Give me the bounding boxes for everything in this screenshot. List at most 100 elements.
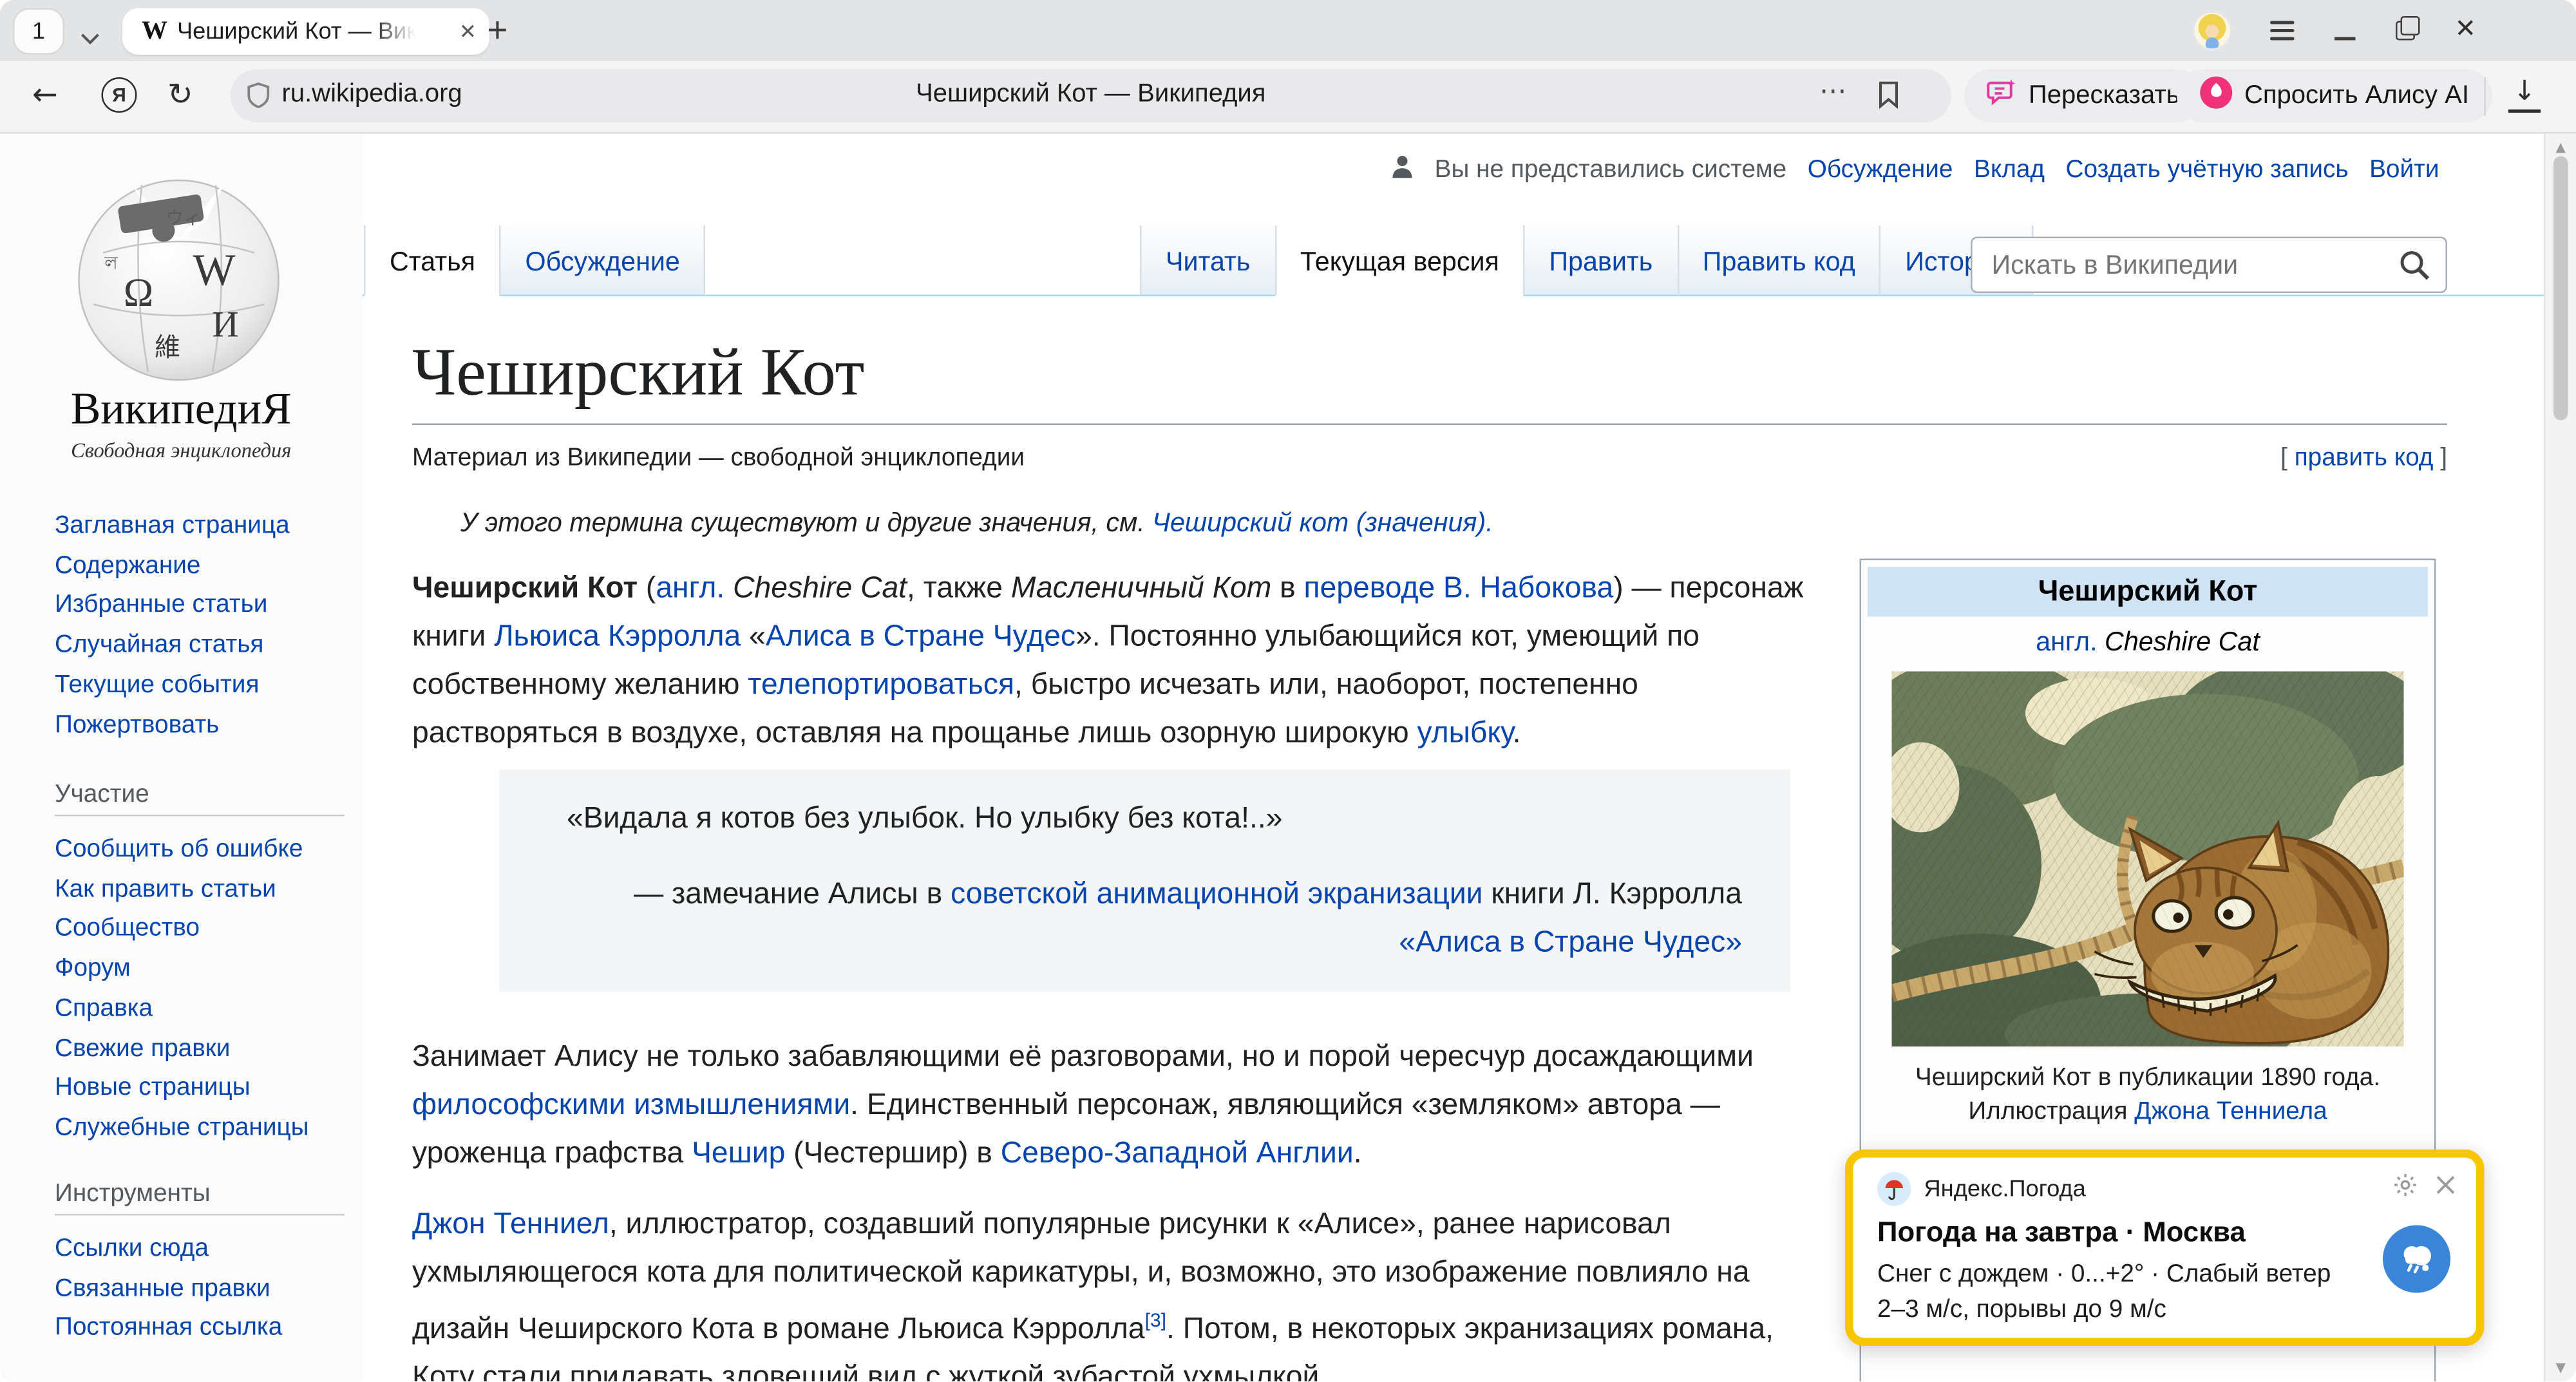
wiki-link[interactable]: Чешир: [692, 1135, 785, 1169]
infobox-title: Чеширский Кот: [1868, 567, 2428, 617]
personal-bar: Вы не представились системе Обсуждение В…: [1391, 155, 2439, 187]
wiki-link[interactable]: Джон Тенниел: [412, 1206, 609, 1240]
tab-edit-source[interactable]: Править код: [1677, 225, 1879, 296]
minimize-button[interactable]: [2334, 37, 2355, 41]
tab-counter-button[interactable]: 1: [15, 10, 63, 53]
sidebar-item-related-changes[interactable]: Связанные правки: [55, 1270, 345, 1310]
sidebar-item-featured[interactable]: Избранные статьи: [55, 587, 345, 627]
sidebar-item-main-page[interactable]: Заглавная страница: [55, 507, 345, 547]
sidebar-item-recent-changes[interactable]: Свежие правки: [55, 1030, 345, 1070]
profile-avatar[interactable]: [2193, 13, 2229, 48]
sidebar-item-special-pages[interactable]: Служебные страницы: [55, 1109, 345, 1149]
wiki-link[interactable]: телепортироваться: [748, 667, 1014, 701]
bookmark-icon[interactable]: [1877, 80, 1900, 118]
wiki-link[interactable]: Чеширский кот (значения).: [1152, 509, 1493, 538]
sidebar-header-tools: Инструменты: [55, 1180, 345, 1216]
wiki-link[interactable]: Джона Тенниела: [2134, 1098, 2327, 1126]
sidebar-group-participation: Участие Сообщить об ошибке Как править с…: [55, 781, 345, 1150]
scrollbar[interactable]: ▲ ▼: [2544, 134, 2576, 1382]
ask-alice-button[interactable]: Спросить Алису AI: [2177, 70, 2492, 123]
shield-icon[interactable]: [247, 82, 271, 118]
wiki-link[interactable]: англ.: [656, 570, 724, 604]
new-tab-button[interactable]: +: [473, 6, 522, 55]
text-run: «: [741, 618, 766, 652]
wiki-link[interactable]: Северо-Западной Англии: [1001, 1135, 1354, 1169]
text-run: книги Л. Кэрролла: [1483, 876, 1742, 910]
paragraph-lead: Чеширский Кот (англ. Cheshire Cat, также…: [412, 563, 1826, 757]
tab-article[interactable]: Статья: [364, 225, 500, 296]
wikipedia-favicon: W: [142, 17, 167, 46]
address-bar[interactable]: ru.wikipedia.org Чеширский Кот — Википед…: [231, 70, 1952, 123]
refresh-icon[interactable]: ↻: [167, 77, 193, 113]
weather-close-icon[interactable]: [2434, 1174, 2457, 1205]
tab-read[interactable]: Читать: [1140, 225, 1274, 296]
search-icon[interactable]: [2398, 248, 2433, 292]
browser-tab[interactable]: W Чеширский Кот — Вик ✕: [122, 8, 489, 55]
edit-section: [ править код ]: [2280, 444, 2447, 473]
cheshire-cat-illustration[interactable]: [1892, 672, 2404, 1047]
scroll-down-icon[interactable]: ▼: [2546, 1361, 2576, 1376]
sidebar-item-contents[interactable]: Содержание: [55, 547, 345, 587]
infobox-original-name: англ. Cheshire Cat: [1868, 617, 2428, 668]
search-input[interactable]: [1989, 245, 2382, 287]
sidebar-group-main: Заглавная страница Содержание Избранные …: [55, 507, 345, 746]
wiki-link[interactable]: переводе В. Набокова: [1304, 570, 1614, 604]
sidebar-item-current-events[interactable]: Текущие события: [55, 667, 345, 706]
menu-icon[interactable]: [2269, 21, 2294, 41]
wiki-link[interactable]: «Алиса в Стране Чудес»: [1399, 924, 1742, 958]
paragraph-2: Занимает Алису не только забавляющими её…: [412, 1032, 1826, 1177]
personal-contributions-link[interactable]: Вклад: [1974, 156, 2045, 185]
sidebar-item-new-pages[interactable]: Новые страницы: [55, 1070, 345, 1110]
weather-widget[interactable]: Яндекс.Погода Погода на завтра · Москва …: [1845, 1150, 2485, 1346]
weather-title[interactable]: Погода на завтра · Москва: [1877, 1216, 2246, 1250]
tab-title: Чеширский Кот — Вик: [177, 19, 415, 44]
wiki-sidebar: W Ω И 維 ウィ ল ВикипедиЯ Свободная энцикло…: [0, 134, 363, 1382]
hatnote: У этого термина существуют и другие знач…: [460, 509, 2447, 540]
edit-source-link[interactable]: править код: [2295, 444, 2434, 472]
scroll-up-icon[interactable]: ▲: [2546, 140, 2576, 155]
wikipedia-wordmark[interactable]: ВикипедиЯ: [0, 385, 363, 437]
wiki-link[interactable]: Льюиса Кэрролла: [494, 618, 741, 652]
login-status: Вы не представились системе: [1435, 156, 1787, 185]
retell-button[interactable]: Пересказать: [1964, 70, 2202, 123]
retell-icon: [1987, 77, 2018, 115]
wiki-link[interactable]: улыбку: [1417, 715, 1513, 749]
sidebar-item-help[interactable]: Справка: [55, 990, 345, 1030]
wiki-link[interactable]: философскими измышлениями: [412, 1087, 850, 1121]
sidebar-item-how-to-edit[interactable]: Как править статьи: [55, 871, 345, 911]
footnote-ref[interactable]: [3]: [1145, 1309, 1166, 1332]
sidebar-item-permanent-link[interactable]: Постоянная ссылка: [55, 1310, 345, 1350]
tab-current-version[interactable]: Текущая версия: [1274, 225, 1523, 296]
yandex-services-icon[interactable]: Я: [102, 77, 137, 113]
infobox-caption: Чеширский Кот в публикации 1890 года. Ил…: [1868, 1061, 2428, 1129]
scrollbar-thumb[interactable]: [2553, 156, 2568, 421]
personal-login-link[interactable]: Войти: [2369, 156, 2439, 185]
chevron-down-icon[interactable]: [80, 24, 100, 53]
weather-settings-icon[interactable]: [2392, 1172, 2418, 1206]
wiki-link[interactable]: Алиса в Стране Чудес: [766, 618, 1075, 652]
wiki-link[interactable]: советской анимационной экранизации: [951, 876, 1482, 910]
text-run: Cheshire Cat: [733, 570, 907, 604]
tab-discussion[interactable]: Обсуждение: [500, 225, 706, 296]
wiki-link[interactable]: англ.: [2036, 628, 2097, 657]
sidebar-item-community[interactable]: Сообщество: [55, 911, 345, 951]
restore-button[interactable]: [2395, 21, 2414, 41]
quote-text: «Видала я котов без улыбок. Но улыбку бе…: [567, 794, 1742, 842]
download-icon[interactable]: ↓: [2508, 74, 2541, 113]
weather-condition-icon[interactable]: [2383, 1226, 2450, 1293]
sidebar-item-random[interactable]: Случайная статья: [55, 627, 345, 667]
sidebar-group-tools: Инструменты Ссылки сюда Связанные правки…: [55, 1180, 345, 1350]
sidebar-item-report-error[interactable]: Сообщить об ошибке: [55, 831, 345, 871]
close-button[interactable]: ✕: [2454, 18, 2476, 44]
more-icon[interactable]: ⋯: [1819, 76, 1848, 108]
personal-create-account-link[interactable]: Создать учётную запись: [2066, 156, 2349, 185]
sidebar-item-donate[interactable]: Пожертвовать: [55, 706, 345, 746]
personal-talk-link[interactable]: Обсуждение: [1808, 156, 1953, 185]
tab-edit[interactable]: Править: [1523, 225, 1676, 296]
wikipedia-globe-logo[interactable]: W Ω И 維 ウィ ল: [58, 156, 299, 400]
back-icon[interactable]: ←: [32, 77, 58, 113]
paragraph-3: Джон Тенниел, иллюстратор, создавший поп…: [412, 1200, 1826, 1382]
sidebar-item-what-links-here[interactable]: Ссылки сюда: [55, 1230, 345, 1270]
weather-brand: Яндекс.Погода: [1924, 1176, 2086, 1202]
sidebar-item-forum[interactable]: Форум: [55, 950, 345, 990]
